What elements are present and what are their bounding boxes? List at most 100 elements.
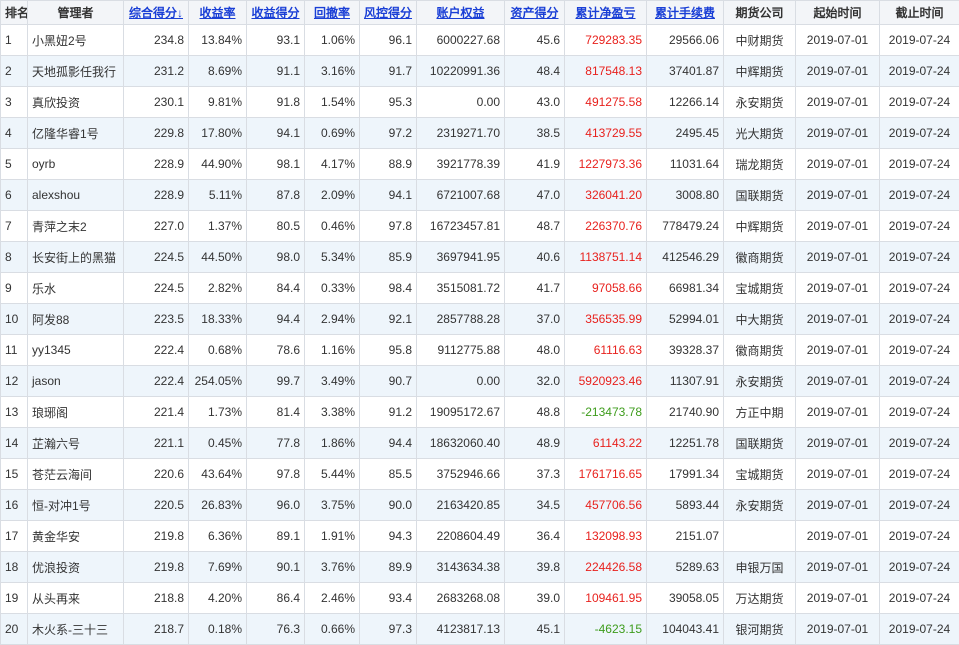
start-date-cell: 2019-07-01: [795, 551, 880, 583]
table-row[interactable]: 8 长安街上的黑猫 224.5 44.50% 98.0 5.34% 85.9 3697941.…: [0, 241, 959, 273]
drawdown-cell: 3.38%: [304, 396, 360, 428]
table-row[interactable]: 7 青萍之末2 227.0 1.37% 80.5 0.46% 97.8 16723457.81…: [0, 210, 959, 242]
return-rate-cell: 18.33%: [188, 303, 247, 335]
fees-cell: 2495.45: [646, 117, 724, 149]
col-return-score-header[interactable]: 收益得分: [246, 0, 305, 25]
total-score-cell: 228.9: [123, 179, 189, 211]
end-date-cell: 2019-07-24: [879, 427, 959, 459]
return-score-cell: 81.4: [246, 396, 305, 428]
table-row[interactable]: 13 琅琊阁 221.4 1.73% 81.4 3.38% 91.2 19095172.67 4…: [0, 396, 959, 428]
net-pnl-cell: 61143.22: [564, 427, 647, 459]
fees-cell: 17991.34: [646, 458, 724, 490]
table-row[interactable]: 2 天地孤影任我行 231.2 8.69% 91.1 3.16% 91.7 10220991.…: [0, 55, 959, 87]
drawdown-cell: 4.17%: [304, 148, 360, 180]
rank-cell: 8: [0, 241, 28, 273]
table-row[interactable]: 6 alexshou 228.9 5.11% 87.8 2.09% 94.1 6721007.…: [0, 179, 959, 211]
col-net-pnl-header[interactable]: 累计净盈亏: [564, 0, 647, 25]
col-equity-header[interactable]: 账户权益: [416, 0, 505, 25]
return-rate-cell: 26.83%: [188, 489, 247, 521]
broker-cell: 永安期货: [723, 86, 796, 118]
broker-cell: 中财期货: [723, 24, 796, 56]
broker-cell: 中辉期货: [723, 210, 796, 242]
manager-cell: 乐水: [27, 272, 124, 304]
table-row[interactable]: 16 恒-对冲1号 220.5 26.83% 96.0 3.75% 90.0 2163420.…: [0, 489, 959, 521]
table-row[interactable]: 10 阿发88 223.5 18.33% 94.4 2.94% 92.1 2857788.28…: [0, 303, 959, 335]
broker-cell: 万达期货: [723, 582, 796, 614]
start-date-cell: 2019-07-01: [795, 303, 880, 335]
total-score-cell: 231.2: [123, 55, 189, 87]
sort-risk-score-link[interactable]: 风控得分: [364, 6, 412, 20]
sort-total-score-link[interactable]: 综合得分↓: [129, 6, 183, 20]
table-row[interactable]: 19 从头再来 218.8 4.20% 86.4 2.46% 93.4 2683268.08 3…: [0, 582, 959, 614]
start-date-cell: 2019-07-01: [795, 365, 880, 397]
table-row[interactable]: 4 亿隆华睿1号 229.8 17.80% 94.1 0.69% 97.2 2319271.7…: [0, 117, 959, 149]
col-fees-header[interactable]: 累计手续费: [646, 0, 724, 25]
broker-cell: 宝城期货: [723, 458, 796, 490]
equity-cell: 2163420.85: [416, 489, 505, 521]
equity-cell: 3143634.38: [416, 551, 505, 583]
net-pnl-cell: 97058.66: [564, 272, 647, 304]
sort-drawdown-link[interactable]: 回撤率: [314, 6, 350, 20]
fees-cell: 52994.01: [646, 303, 724, 335]
total-score-cell: 221.1: [123, 427, 189, 459]
table-row[interactable]: 14 芷瀚六号 221.1 0.45% 77.8 1.86% 94.4 18632060.40…: [0, 427, 959, 459]
sort-asset-score-link[interactable]: 资产得分: [510, 6, 558, 20]
risk-score-cell: 97.2: [359, 117, 417, 149]
start-date-cell: 2019-07-01: [795, 210, 880, 242]
return-score-cell: 91.1: [246, 55, 305, 87]
total-score-cell: 228.9: [123, 148, 189, 180]
net-pnl-cell: 109461.95: [564, 582, 647, 614]
col-drawdown-header[interactable]: 回撤率: [304, 0, 360, 25]
broker-cell: 中大期货: [723, 303, 796, 335]
end-date-cell: 2019-07-24: [879, 86, 959, 118]
equity-cell: 3752946.66: [416, 458, 505, 490]
table-row[interactable]: 18 优浪投资 219.8 7.69% 90.1 3.76% 89.9 3143634.38 3…: [0, 551, 959, 583]
equity-cell: 3921778.39: [416, 148, 505, 180]
total-score-cell: 230.1: [123, 86, 189, 118]
net-pnl-cell: 729283.35: [564, 24, 647, 56]
sort-net-pnl-link[interactable]: 累计净盈亏: [575, 6, 635, 20]
risk-score-cell: 97.8: [359, 210, 417, 242]
table-row[interactable]: 17 黄金华安 219.8 6.36% 89.1 1.91% 94.3 2208604.49 3…: [0, 520, 959, 552]
return-score-cell: 97.8: [246, 458, 305, 490]
end-date-cell: 2019-07-24: [879, 272, 959, 304]
table-row[interactable]: 5 oyrb 228.9 44.90% 98.1 4.17% 88.9 3921778.39 4…: [0, 148, 959, 180]
fees-cell: 11307.91: [646, 365, 724, 397]
broker-cell: 宝城期货: [723, 272, 796, 304]
net-pnl-cell: -213473.78: [564, 396, 647, 428]
table-row[interactable]: 11 yy1345 222.4 0.68% 78.6 1.16% 95.8 9112775.8…: [0, 334, 959, 366]
broker-cell: 瑞龙期货: [723, 148, 796, 180]
net-pnl-cell: 817548.13: [564, 55, 647, 87]
sort-fees-link[interactable]: 累计手续费: [655, 6, 715, 20]
sort-equity-link[interactable]: 账户权益: [436, 6, 484, 20]
table-row[interactable]: 9 乐水 224.5 2.82% 84.4 0.33% 98.4 3515081.72 41.7…: [0, 272, 959, 304]
manager-cell: 长安街上的黑猫: [27, 241, 124, 273]
table-row[interactable]: 3 真欣投资 230.1 9.81% 91.8 1.54% 95.3 0.00 43.0 4912…: [0, 86, 959, 118]
fees-cell: 778479.24: [646, 210, 724, 242]
table-row[interactable]: 1 小黑妞2号 234.8 13.84% 93.1 1.06% 96.1 6000227.68…: [0, 24, 959, 56]
end-date-cell: 2019-07-24: [879, 117, 959, 149]
table-row[interactable]: 15 苍茫云海间 220.6 43.64% 97.8 5.44% 85.5 3752946.6…: [0, 458, 959, 490]
table-row[interactable]: 20 木火系-三十三 218.7 0.18% 76.3 0.66% 97.3 4123817.…: [0, 613, 959, 645]
col-risk-score-header[interactable]: 风控得分: [359, 0, 417, 25]
col-return-rate-header[interactable]: 收益率: [188, 0, 247, 25]
drawdown-cell: 3.75%: [304, 489, 360, 521]
return-score-cell: 78.6: [246, 334, 305, 366]
manager-cell: 木火系-三十三: [27, 613, 124, 645]
return-score-cell: 91.8: [246, 86, 305, 118]
asset-score-cell: 48.4: [504, 55, 565, 87]
asset-score-cell: 36.4: [504, 520, 565, 552]
col-total-score-header[interactable]: 综合得分↓: [123, 0, 189, 25]
col-start-header: 起始时间: [795, 0, 880, 25]
manager-cell: 芷瀚六号: [27, 427, 124, 459]
drawdown-cell: 0.33%: [304, 272, 360, 304]
sort-return-rate-link[interactable]: 收益率: [199, 6, 235, 20]
drawdown-cell: 1.91%: [304, 520, 360, 552]
drawdown-cell: 0.46%: [304, 210, 360, 242]
table-row[interactable]: 12 jason 222.4 254.05% 99.7 3.49% 90.7 0.00 32.0…: [0, 365, 959, 397]
start-date-cell: 2019-07-01: [795, 396, 880, 428]
risk-score-cell: 92.1: [359, 303, 417, 335]
col-asset-score-header[interactable]: 资产得分: [504, 0, 565, 25]
sort-return-score-link[interactable]: 收益得分: [251, 6, 299, 20]
total-score-cell: 219.8: [123, 551, 189, 583]
